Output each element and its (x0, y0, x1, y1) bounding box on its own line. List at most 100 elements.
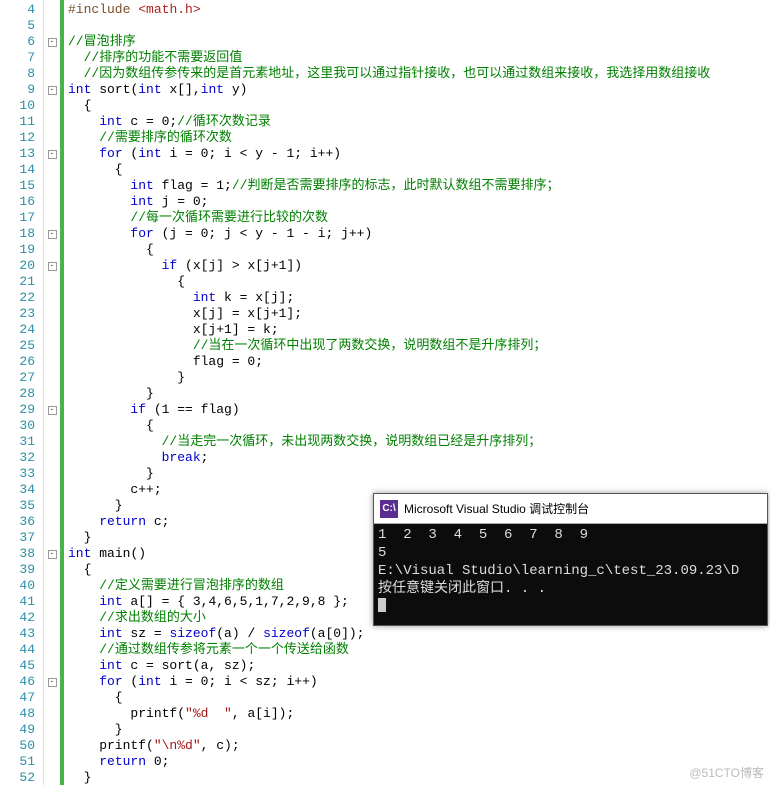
code-line[interactable]: } (68, 386, 770, 402)
code-line[interactable]: #include <math.h> (68, 2, 770, 18)
code-line[interactable] (68, 18, 770, 34)
console-cursor-line (378, 598, 763, 616)
code-line[interactable]: } (68, 770, 770, 786)
code-line[interactable]: int j = 0; (68, 194, 770, 210)
code-line[interactable]: //因为数组传参传来的是首元素地址，这里我可以通过指针接收，也可以通过数组来接收… (68, 66, 770, 82)
code-line[interactable]: int sz = sizeof(a) / sizeof(a[0]); (68, 626, 770, 642)
watermark: @51CTO博客 (689, 764, 764, 781)
code-line[interactable]: //需要排序的循环次数 (68, 130, 770, 146)
line-number: 18 (0, 226, 35, 242)
code-line[interactable]: } (68, 466, 770, 482)
line-number: 16 (0, 194, 35, 210)
fold-toggle[interactable]: - (44, 258, 60, 274)
line-number: 24 (0, 322, 35, 338)
fold-toggle (44, 722, 60, 738)
code-line[interactable]: //当在一次循环中出现了两数交换，说明数组不是升序排列； (68, 338, 770, 354)
code-line[interactable]: { (68, 162, 770, 178)
line-number: 22 (0, 290, 35, 306)
fold-toggle (44, 706, 60, 722)
console-output-line: 按任意键关闭此窗口. . . (378, 580, 763, 598)
code-line[interactable]: if (1 == flag) (68, 402, 770, 418)
fold-toggle[interactable]: - (44, 226, 60, 242)
code-line[interactable]: for (j = 0; j < y - 1 - i; j++) (68, 226, 770, 242)
fold-toggle (44, 338, 60, 354)
console-body: 1 2 3 4 5 6 7 8 95E:\Visual Studio\learn… (374, 524, 767, 618)
code-line[interactable]: if (x[j] > x[j+1]) (68, 258, 770, 274)
cursor-block-icon (378, 598, 386, 612)
code-line[interactable]: for (int i = 0; i < y - 1; i++) (68, 146, 770, 162)
fold-toggle (44, 594, 60, 610)
fold-minus-icon[interactable]: - (48, 406, 57, 415)
code-line[interactable]: //每一次循环需要进行比较的次数 (68, 210, 770, 226)
fold-minus-icon[interactable]: - (48, 550, 57, 559)
line-number: 37 (0, 530, 35, 546)
line-number: 10 (0, 98, 35, 114)
code-line[interactable]: //冒泡排序 (68, 34, 770, 50)
fold-toggle[interactable]: - (44, 146, 60, 162)
code-line[interactable]: int c = 0;//循环次数记录 (68, 114, 770, 130)
code-line[interactable]: int c = sort(a, sz); (68, 658, 770, 674)
code-line[interactable]: { (68, 98, 770, 114)
line-number: 47 (0, 690, 35, 706)
code-line[interactable]: } (68, 722, 770, 738)
code-line[interactable]: //通过数组传参将元素一个一个传送给函数 (68, 642, 770, 658)
code-line[interactable]: int k = x[j]; (68, 290, 770, 306)
code-line[interactable]: int sort(int x[],int y) (68, 82, 770, 98)
code-line[interactable]: printf("\n%d", c); (68, 738, 770, 754)
fold-toggle (44, 306, 60, 322)
fold-toggle (44, 690, 60, 706)
fold-toggle (44, 354, 60, 370)
code-line[interactable]: //当走完一次循环，未出现两数交换，说明数组已经是升序排列； (68, 434, 770, 450)
fold-toggle (44, 178, 60, 194)
fold-toggle[interactable]: - (44, 34, 60, 50)
code-line[interactable]: int flag = 1;//判断是否需要排序的标志，此时默认数组不需要排序； (68, 178, 770, 194)
code-line[interactable]: { (68, 274, 770, 290)
fold-toggle[interactable]: - (44, 402, 60, 418)
line-number: 33 (0, 466, 35, 482)
line-number: 11 (0, 114, 35, 130)
console-titlebar[interactable]: C:\ Microsoft Visual Studio 调试控制台 (374, 494, 767, 524)
code-line[interactable]: } (68, 370, 770, 386)
fold-minus-icon[interactable]: - (48, 230, 57, 239)
code-line[interactable]: //排序的功能不需要返回值 (68, 50, 770, 66)
fold-toggle (44, 642, 60, 658)
fold-toggle (44, 514, 60, 530)
line-number: 48 (0, 706, 35, 722)
line-number: 27 (0, 370, 35, 386)
code-line[interactable]: { (68, 690, 770, 706)
fold-minus-icon[interactable]: - (48, 86, 57, 95)
console-output-line: 5 (378, 544, 763, 562)
code-line[interactable]: x[j] = x[j+1]; (68, 306, 770, 322)
code-line[interactable]: { (68, 242, 770, 258)
fold-minus-icon[interactable]: - (48, 262, 57, 271)
code-line[interactable]: break; (68, 450, 770, 466)
fold-toggle[interactable]: - (44, 674, 60, 690)
fold-minus-icon[interactable]: - (48, 678, 57, 687)
code-line[interactable]: flag = 0; (68, 354, 770, 370)
code-line[interactable]: printf("%d ", a[i]); (68, 706, 770, 722)
code-line[interactable]: { (68, 418, 770, 434)
line-number: 20 (0, 258, 35, 274)
fold-toggle (44, 18, 60, 34)
code-line[interactable]: for (int i = 0; i < sz; i++) (68, 674, 770, 690)
fold-toggle[interactable]: - (44, 82, 60, 98)
fold-toggle (44, 530, 60, 546)
code-line[interactable]: x[j+1] = k; (68, 322, 770, 338)
debug-console-window[interactable]: C:\ Microsoft Visual Studio 调试控制台 1 2 3 … (373, 493, 768, 626)
line-number: 19 (0, 242, 35, 258)
fold-toggle (44, 434, 60, 450)
fold-toggle (44, 290, 60, 306)
fold-toggle (44, 50, 60, 66)
code-area[interactable]: #include <math.h> //冒泡排序 //排序的功能不需要返回值 //… (64, 0, 770, 785)
fold-toggle (44, 450, 60, 466)
fold-minus-icon[interactable]: - (48, 150, 57, 159)
fold-minus-icon[interactable]: - (48, 38, 57, 47)
code-line[interactable]: return 0; (68, 754, 770, 770)
fold-toggle (44, 418, 60, 434)
line-number: 41 (0, 594, 35, 610)
line-number: 4 (0, 2, 35, 18)
code-editor[interactable]: 4567891011121314151617181920212223242526… (0, 0, 770, 785)
fold-toggle (44, 194, 60, 210)
fold-column[interactable]: - - - - - - - - (44, 0, 60, 785)
fold-toggle[interactable]: - (44, 546, 60, 562)
